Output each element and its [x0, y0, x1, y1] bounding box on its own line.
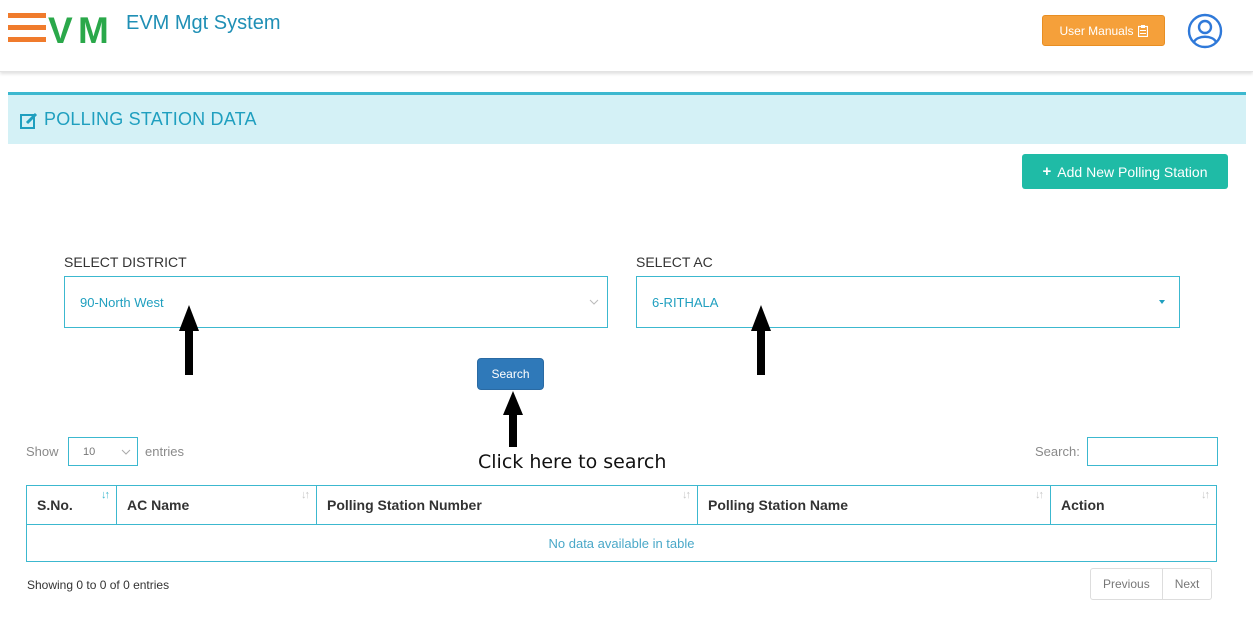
empty-table-message: No data available in table — [26, 524, 1217, 562]
pagination: Previous Next — [1090, 568, 1213, 600]
top-navbar: V M EVM Mgt System User Manuals — [0, 0, 1253, 72]
arrow-up-icon — [179, 305, 199, 375]
annotation-note: Click here to search — [478, 451, 667, 473]
plus-icon: + — [1042, 163, 1052, 180]
ac-value: 6-RITHALA — [652, 294, 719, 310]
edit-icon — [20, 112, 38, 129]
arrow-up-icon — [503, 391, 523, 447]
search-button[interactable]: Search — [477, 358, 544, 390]
svg-text:V: V — [48, 10, 73, 46]
page-length-select[interactable]: 10 — [68, 437, 138, 466]
sort-icon: ↓↑ — [301, 489, 310, 501]
ac-label: SELECT AC — [636, 254, 713, 270]
add-polling-station-button[interactable]: + Add New Polling Station — [1022, 154, 1228, 189]
svg-text:M: M — [78, 10, 109, 46]
table-info: Showing 0 to 0 of 0 entries — [27, 578, 170, 592]
column-header[interactable]: Action ↓↑ — [1050, 485, 1217, 525]
brand-title: EVM Mgt System — [126, 12, 281, 34]
user-manuals-button[interactable]: User Manuals — [1042, 15, 1165, 46]
polling-station-table: S.No. ↓↑ AC Name ↓↑ Polling Station Number… — [26, 485, 1217, 562]
district-label: SELECT DISTRICT — [64, 254, 187, 270]
show-label: Show — [26, 444, 59, 459]
district-select[interactable]: 90-North West — [64, 276, 608, 328]
entries-label: entries — [145, 444, 185, 459]
table-search-input[interactable] — [1087, 437, 1218, 466]
user-manuals-label: User Manuals — [1059, 23, 1134, 38]
column-header[interactable]: Polling Station Number ↓↑ — [316, 485, 698, 525]
sort-icon: ↓↑ — [1035, 489, 1044, 501]
sort-icon: ↓↑ — [101, 489, 110, 501]
column-header[interactable]: Polling Station Name ↓↑ — [697, 485, 1051, 525]
panel-title: POLLING STATION DATA — [44, 109, 257, 129]
column-header[interactable]: AC Name ↓↑ — [116, 485, 317, 525]
add-polling-station-label: Add New Polling Station — [1057, 163, 1208, 180]
caret-down-icon — [1159, 300, 1165, 304]
arrow-up-icon — [751, 305, 771, 375]
panel-header: POLLING STATION DATA — [8, 92, 1246, 144]
chevron-down-icon — [121, 449, 131, 455]
table-search-label: Search: — [1035, 444, 1080, 459]
sort-icon: ↓↑ — [682, 489, 691, 501]
ac-select[interactable]: 6-RITHALA — [636, 276, 1180, 328]
polling-station-panel: POLLING STATION DATA + Add New Polling S… — [8, 92, 1246, 623]
district-value: 90-North West — [80, 294, 164, 310]
chevron-down-icon — [589, 299, 599, 305]
column-header[interactable]: S.No. ↓↑ — [26, 485, 117, 525]
user-circle-icon[interactable] — [1187, 13, 1223, 49]
clipboard-icon — [1137, 24, 1148, 37]
table-header-row: S.No. ↓↑ AC Name ↓↑ Polling Station Number… — [26, 485, 1217, 525]
logo-icon[interactable]: V M — [8, 10, 116, 46]
page-length-value: 10 — [83, 445, 96, 458]
previous-button[interactable]: Previous — [1091, 569, 1163, 599]
sort-icon: ↓↑ — [1201, 489, 1210, 501]
table-row: No data available in table — [26, 524, 1217, 562]
next-button[interactable]: Next — [1163, 569, 1212, 599]
